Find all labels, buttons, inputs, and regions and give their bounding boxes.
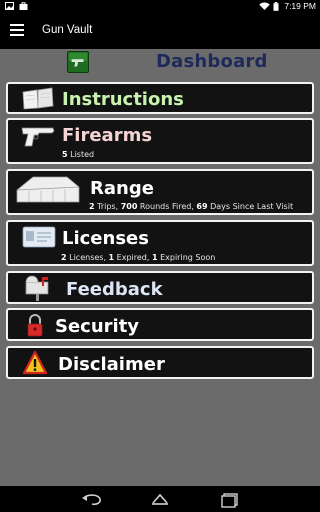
- licenses-button[interactable]: Licenses 2 Licenses, 1 Expired, 1 Expiri…: [6, 220, 314, 266]
- firearms-button[interactable]: Firearms 5 Listed: [6, 118, 314, 164]
- status-time: 7:19 PM: [284, 1, 316, 11]
- disclaimer-button[interactable]: Disclaimer: [6, 346, 314, 379]
- security-title: Security: [55, 316, 140, 337]
- instructions-button[interactable]: Instructions: [6, 82, 314, 114]
- dashboard-title: Dashboard: [156, 51, 268, 72]
- status-bar: 7:19 PM: [0, 0, 320, 13]
- instructions-title: Instructions: [62, 89, 184, 110]
- dashboard-header: Dashboard: [0, 49, 320, 78]
- app-screen: 7:19 PM Gun Vault Dashboard Instructions: [0, 0, 320, 512]
- battery-icon: [273, 1, 279, 11]
- navigation-bar: [0, 486, 320, 512]
- feedback-title: Feedback: [66, 279, 163, 300]
- feedback-button[interactable]: Feedback: [6, 271, 314, 304]
- action-bar: Gun Vault: [0, 13, 320, 49]
- book-icon: [22, 87, 54, 110]
- security-button[interactable]: Security: [6, 308, 314, 341]
- warning-icon: [23, 351, 47, 375]
- licenses-title: Licenses: [62, 228, 149, 249]
- green-pistol-icon: [67, 51, 89, 73]
- app-title: Gun Vault: [42, 24, 93, 36]
- bag-notification-icon: [19, 2, 28, 10]
- range-title: Range: [90, 178, 154, 199]
- license-card-icon: [22, 226, 56, 248]
- firearms-title: Firearms: [62, 125, 153, 146]
- home-icon[interactable]: [146, 490, 174, 508]
- mailbox-icon: [25, 275, 49, 301]
- gallery-notification-icon: [5, 2, 14, 10]
- recents-icon[interactable]: [216, 490, 244, 508]
- range-subtitle: 2 Trips, 700 Rounds Fired, 69 Days Since…: [89, 202, 294, 211]
- padlock-icon: [27, 314, 43, 337]
- disclaimer-title: Disclaimer: [58, 354, 165, 375]
- firearms-subtitle: 5 Listed: [62, 150, 95, 159]
- range-button[interactable]: Range 2 Trips, 700 Rounds Fired, 69 Days…: [6, 169, 314, 215]
- back-icon[interactable]: [78, 490, 106, 508]
- range-building-icon: [16, 176, 80, 203]
- licenses-subtitle: 2 Licenses, 1 Expired, 1 Expiring Soon: [61, 253, 216, 262]
- wifi-icon: [259, 2, 271, 10]
- pistol-icon: [21, 127, 55, 147]
- hamburger-menu-icon[interactable]: [10, 24, 24, 38]
